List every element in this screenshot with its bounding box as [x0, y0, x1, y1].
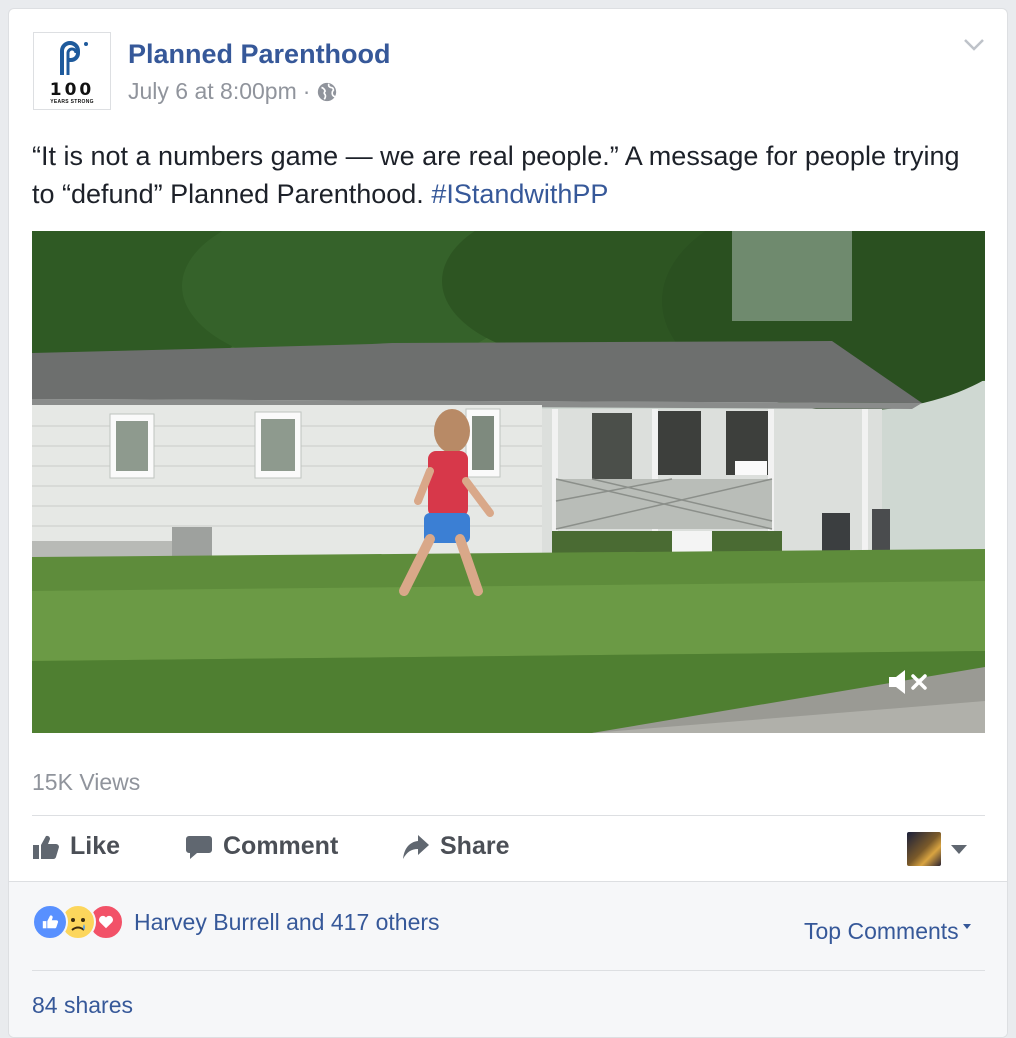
muted-speaker-icon[interactable] — [887, 667, 931, 697]
caret-down-icon — [962, 924, 971, 929]
page-avatar[interactable]: 100 YEARS STRONG — [33, 32, 111, 110]
chevron-down-icon[interactable] — [963, 37, 985, 53]
comment-label: Comment — [223, 832, 339, 860]
comment-sort-label: Top Comments — [804, 918, 959, 944]
post-card: 100 YEARS STRONG Planned Parenthood July… — [8, 8, 1008, 1038]
share-label: Share — [440, 832, 510, 860]
video-player[interactable] — [32, 231, 985, 733]
like-reaction-icon — [32, 904, 68, 940]
action-bar: Like Comment Share — [32, 824, 985, 884]
video-view-count: 15K Views — [32, 769, 141, 795]
comment-sort-dropdown[interactable]: Top Comments — [804, 918, 971, 945]
post-as-selector[interactable] — [907, 832, 967, 866]
divider — [32, 815, 985, 816]
logo-tagline: YEARS STRONG — [50, 99, 94, 105]
share-button[interactable]: Share — [402, 832, 509, 861]
page-name-link[interactable]: Planned Parenthood — [128, 39, 391, 70]
reaction-names-link[interactable]: Harvey Burrell and 417 others — [134, 909, 440, 936]
divider — [32, 970, 985, 971]
globe-icon[interactable] — [316, 81, 338, 103]
planned-parenthood-logo-icon — [60, 41, 88, 75]
comment-bubble-icon — [186, 835, 212, 859]
video-frame — [32, 231, 985, 733]
comment-button[interactable]: Comment — [185, 832, 338, 861]
meta-separator: · — [302, 78, 311, 104]
logo-number: 100 — [49, 80, 95, 100]
reaction-summary[interactable]: Harvey Burrell and 417 others — [32, 904, 440, 940]
post-timestamp[interactable]: July 6 at 8:00pm — [128, 78, 297, 105]
post-message: “It is not a numbers game — we are real … — [32, 137, 982, 213]
share-count-link[interactable]: 84 shares — [32, 992, 133, 1019]
like-button[interactable]: Like — [32, 832, 120, 861]
post-meta: July 6 at 8:00pm · — [128, 78, 338, 105]
share-arrow-icon — [403, 834, 429, 859]
caret-down-icon — [951, 844, 967, 854]
like-label: Like — [70, 832, 121, 860]
post-footer: Harvey Burrell and 417 others Top Commen… — [9, 881, 1007, 1037]
hashtag-link[interactable]: #IStandwithPP — [431, 179, 608, 209]
thumbs-up-icon — [33, 835, 59, 859]
user-avatar — [907, 832, 941, 866]
